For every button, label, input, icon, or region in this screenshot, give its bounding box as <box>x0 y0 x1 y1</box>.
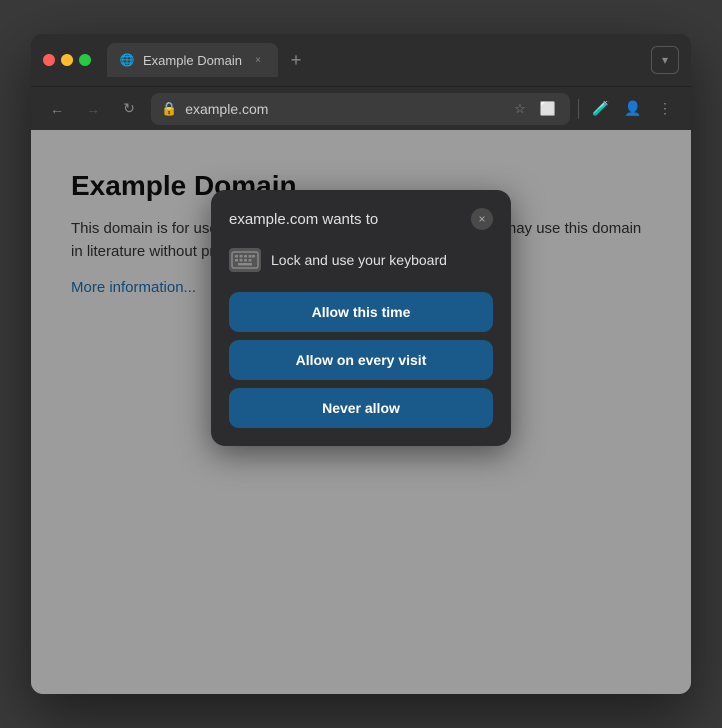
title-bar: 🌐 Example Domain × + ▾ <box>31 34 691 86</box>
tab-title: Example Domain <box>143 53 242 68</box>
permission-text: Lock and use your keyboard <box>271 252 447 268</box>
keyboard-icon <box>229 248 261 272</box>
address-actions: ☆ ⬜ <box>508 97 560 121</box>
tab-bar: 🌐 Example Domain × + <box>107 43 643 77</box>
allow-this-time-button[interactable]: Allow this time <box>229 292 493 332</box>
security-icon: 🔒 <box>161 101 177 117</box>
active-tab[interactable]: 🌐 Example Domain × <box>107 43 278 77</box>
modal-overlay: example.com wants to × <box>31 130 691 694</box>
permission-dialog: example.com wants to × <box>211 190 511 446</box>
back-button[interactable]: ← <box>43 95 71 123</box>
tab-favicon: 🌐 <box>119 52 135 68</box>
close-window-button[interactable] <box>43 54 55 66</box>
share-icon[interactable]: ⬜ <box>536 97 560 121</box>
browser-window: 🌐 Example Domain × + ▾ ← → ↻ 🔒 example.c… <box>31 34 691 694</box>
page-inner: Example Domain This domain is for use in… <box>31 130 691 694</box>
extensions-icon[interactable]: 🧪 <box>587 95 615 123</box>
tab-close-button[interactable]: × <box>250 52 266 68</box>
never-allow-button[interactable]: Never allow <box>229 388 493 428</box>
address-bar[interactable]: 🔒 example.com ☆ ⬜ <box>151 93 570 125</box>
minimize-window-button[interactable] <box>61 54 73 66</box>
nav-extra-buttons: 🧪 👤 ⋮ <box>587 95 679 123</box>
bookmark-icon[interactable]: ☆ <box>508 97 532 121</box>
new-tab-button[interactable]: + <box>282 46 310 74</box>
nav-divider <box>578 99 579 119</box>
nav-bar: ← → ↻ 🔒 example.com ☆ ⬜ 🧪 👤 ⋮ <box>31 86 691 130</box>
menu-icon[interactable]: ⋮ <box>651 95 679 123</box>
reload-button[interactable]: ↻ <box>115 95 143 123</box>
popup-close-button[interactable]: × <box>471 208 493 230</box>
profile-icon[interactable]: 👤 <box>619 95 647 123</box>
url-text: example.com <box>185 101 500 117</box>
popup-header: example.com wants to × <box>229 208 493 230</box>
allow-every-visit-button[interactable]: Allow on every visit <box>229 340 493 380</box>
popup-title: example.com wants to <box>229 211 378 228</box>
page-content: Example Domain This domain is for use in… <box>31 130 691 694</box>
traffic-lights <box>43 54 91 66</box>
permission-row: Lock and use your keyboard <box>229 244 493 276</box>
forward-button[interactable]: → <box>79 95 107 123</box>
maximize-window-button[interactable] <box>79 54 91 66</box>
tabs-dropdown-button[interactable]: ▾ <box>651 46 679 74</box>
